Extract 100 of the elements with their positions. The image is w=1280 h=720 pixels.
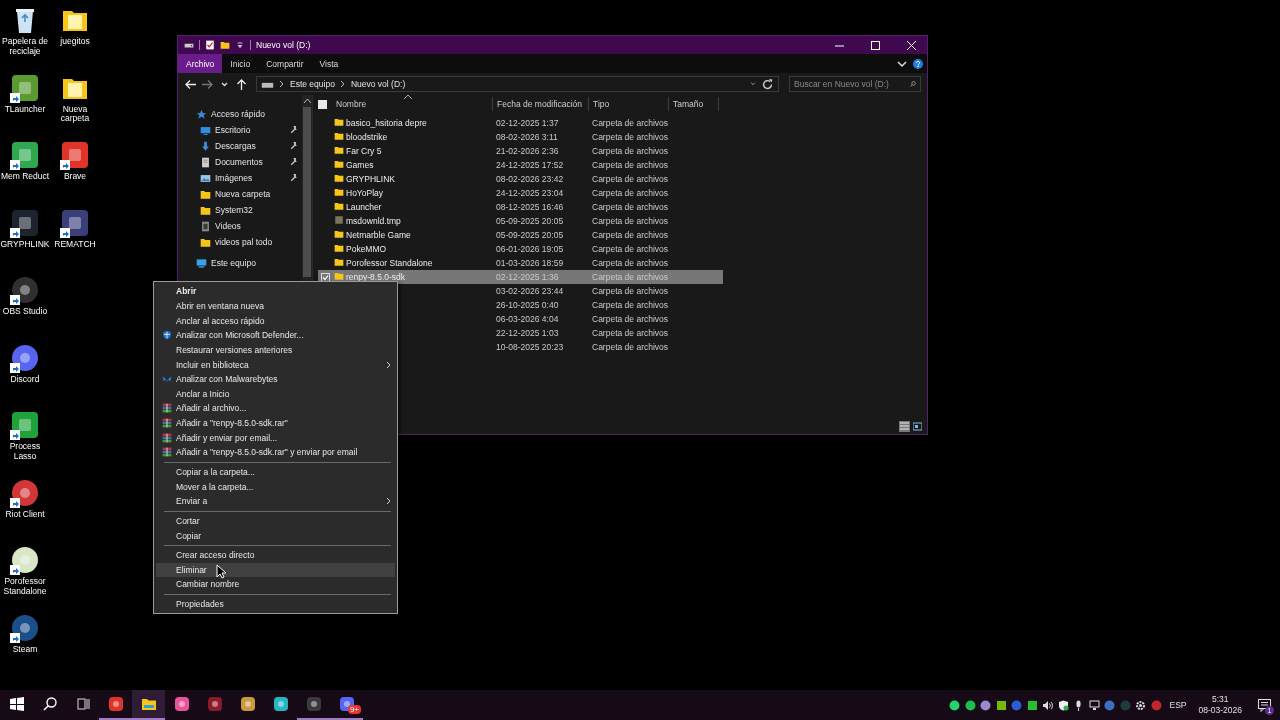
menu-item[interactable]: Anclar al acceso rápido xyxy=(156,313,395,328)
circle-icon[interactable] xyxy=(1104,699,1115,711)
view-button[interactable] xyxy=(912,421,923,432)
circle-icon[interactable] xyxy=(980,699,991,711)
nav-item[interactable]: Videos xyxy=(178,218,302,234)
menu-item[interactable]: Crear acceso directo xyxy=(156,547,395,563)
forward-arrow-icon[interactable] xyxy=(201,77,214,91)
app-icon[interactable] xyxy=(10,275,40,305)
app-icon[interactable] xyxy=(10,342,40,373)
file-row[interactable]: HoYoPlay 24-12-2025 23:04 Carpeta de archivos xyxy=(318,186,723,200)
menu-item[interactable]: Anclar a Inicio xyxy=(156,386,395,402)
app-icon[interactable] xyxy=(10,140,40,170)
gear-icon[interactable] xyxy=(1135,699,1146,711)
file-row[interactable]: basico_hsitoria depre 02-12-2025 1:37 Carpeta de archivos xyxy=(318,116,723,130)
taskbar-button[interactable] xyxy=(132,690,165,720)
circle-icon[interactable] xyxy=(964,699,976,711)
menu-item[interactable]: Copiar xyxy=(156,528,395,543)
menu-item[interactable]: Añadir a "renpy-8.5.0-sdk.rar" xyxy=(156,415,395,431)
column-header[interactable]: Fecha de modificación xyxy=(493,97,589,111)
ribbon-tab[interactable]: Compartir xyxy=(258,54,312,73)
menu-item[interactable]: Mover a la carpeta... xyxy=(156,479,395,494)
file-row[interactable]: GRYPHLINK 08-02-2026 23:42 Carpeta de archivos xyxy=(318,172,723,186)
menu-item[interactable]: Copiar a la carpeta... xyxy=(156,464,395,480)
file-date: 21-02-2026 2:36 xyxy=(496,146,560,156)
address-bar[interactable]: Este equipo Nuevo vol (D:) xyxy=(256,76,779,92)
scroll-up-icon[interactable] xyxy=(303,98,311,104)
refresh-icon[interactable] xyxy=(761,77,774,91)
app-icon[interactable] xyxy=(10,207,40,238)
file-row[interactable]: Porofessor Standalone 01-03-2026 18:59 Carpeta de archivos xyxy=(318,256,723,270)
nav-item[interactable]: Imágenes xyxy=(178,170,302,186)
menu-item[interactable]: Restaurar versiones anteriores xyxy=(156,342,395,358)
nav-item[interactable]: Acceso rápido xyxy=(178,106,302,122)
app-icon[interactable] xyxy=(10,477,40,508)
nav-item[interactable]: Este equipo xyxy=(178,255,302,271)
app-icon[interactable] xyxy=(10,612,40,643)
microphone-icon[interactable] xyxy=(1073,699,1084,711)
app-icon[interactable] xyxy=(60,207,90,238)
search-icon[interactable] xyxy=(910,80,916,88)
shield-icon[interactable] xyxy=(1057,699,1069,711)
square-icon[interactable] xyxy=(1026,699,1038,711)
chevron-down-icon[interactable] xyxy=(897,58,907,69)
column-header[interactable]: Nombre xyxy=(331,97,493,111)
chevron-right-icon[interactable] xyxy=(279,80,285,88)
ribbon-tab[interactable]: Inicio xyxy=(222,54,259,73)
menu-item[interactable]: Añadir y enviar por email... xyxy=(156,430,395,446)
file-row[interactable]: Far Cry 5 21-02-2026 2:36 Carpeta de archivos xyxy=(318,144,723,158)
file-row[interactable]: bloodstrike 08-02-2026 3:11 Carpeta de archivos xyxy=(318,130,723,144)
app-icon[interactable] xyxy=(10,545,40,575)
menu-item[interactable]: Enviar a xyxy=(156,493,395,509)
nav-item[interactable]: Escritorio xyxy=(178,122,302,138)
clock-date[interactable]: 08-03-2026 xyxy=(1198,705,1242,717)
menu-item[interactable]: Abrir en ventana nueva xyxy=(156,298,395,314)
app-icon[interactable] xyxy=(10,410,40,440)
help-icon[interactable] xyxy=(913,58,923,69)
column-header[interactable]: Tipo xyxy=(589,97,669,111)
back-arrow-icon[interactable] xyxy=(184,77,197,91)
nav-item[interactable]: Nueva carpeta xyxy=(178,186,302,202)
nav-item[interactable]: videos pal todo xyxy=(178,234,302,250)
menu-item[interactable]: Analizar con Microsoft Defender... xyxy=(156,327,395,343)
ribbon-tab[interactable]: Vista xyxy=(311,54,347,73)
menu-item[interactable]: Eliminar xyxy=(156,562,395,578)
file-row[interactable]: msdownld.tmp 05-09-2025 20:05 Carpeta de archivos xyxy=(318,214,723,228)
taskbar-button[interactable]: 9+ xyxy=(330,690,363,720)
file-row[interactable]: renpy-8.5.0-sdk 02-12-2025 1:36 Carpeta de archivos xyxy=(318,270,723,284)
file-row[interactable]: PokeMMO 06-01-2026 19:05 Carpeta de archivos xyxy=(318,242,723,256)
monitor-icon[interactable] xyxy=(1088,699,1100,711)
menu-item[interactable]: Abrir xyxy=(156,284,395,299)
menu-item[interactable]: Cambiar nombre xyxy=(156,577,395,592)
circle-icon[interactable] xyxy=(949,699,960,711)
up-arrow-icon[interactable] xyxy=(235,77,248,91)
clock-time[interactable]: 5:31 xyxy=(1212,693,1229,705)
menu-item[interactable]: Añadir a "renpy-8.5.0-sdk.rar" y enviar por email xyxy=(156,445,395,460)
menu-item[interactable]: Añadir al archivo... xyxy=(156,401,395,416)
file-row[interactable]: Launcher 08-12-2025 16:46 Carpeta de archivos xyxy=(318,200,723,214)
menu-item[interactable]: Incluir en biblioteca xyxy=(156,357,395,372)
chevron-right-icon[interactable] xyxy=(339,80,346,88)
menu-item[interactable]: Analizar con Malwarebytes xyxy=(156,371,395,387)
nav-item[interactable]: Descargas xyxy=(178,138,302,154)
search-field[interactable]: Buscar en Nuevo vol (D:) xyxy=(789,76,921,92)
speaker-icon[interactable] xyxy=(1042,699,1053,711)
column-header[interactable]: Tamaño xyxy=(669,97,719,111)
select-all-checkbox[interactable] xyxy=(318,99,327,109)
file-date: 06-01-2026 19:05 xyxy=(496,244,565,254)
file-row[interactable]: Netmarble Game 05-09-2025 20:05 Carpeta de archivos xyxy=(318,228,723,242)
menu-item[interactable]: Cortar xyxy=(156,513,395,529)
menu-item[interactable]: Propiedades xyxy=(156,596,395,612)
app-icon[interactable] xyxy=(60,140,90,170)
square-icon[interactable] xyxy=(995,699,1007,711)
nav-item[interactable]: Documentos xyxy=(178,154,302,170)
checklist-icon[interactable] xyxy=(205,40,215,50)
file-name: Launcher xyxy=(346,202,383,212)
desktop-icon-label: OBS Studio xyxy=(1,307,49,317)
app-icon[interactable] xyxy=(10,72,40,103)
app-icon xyxy=(305,696,322,712)
breadcrumb[interactable]: Nuevo vol (D:) xyxy=(350,79,406,89)
nav-item[interactable]: System32 xyxy=(178,202,302,218)
folder-icon[interactable] xyxy=(220,40,230,50)
language-indicator[interactable]: ESP xyxy=(1169,700,1187,710)
breadcrumb[interactable]: Este equipo xyxy=(290,79,335,89)
file-row[interactable]: Games 24-12-2025 17:52 Carpeta de archivos xyxy=(318,158,723,172)
